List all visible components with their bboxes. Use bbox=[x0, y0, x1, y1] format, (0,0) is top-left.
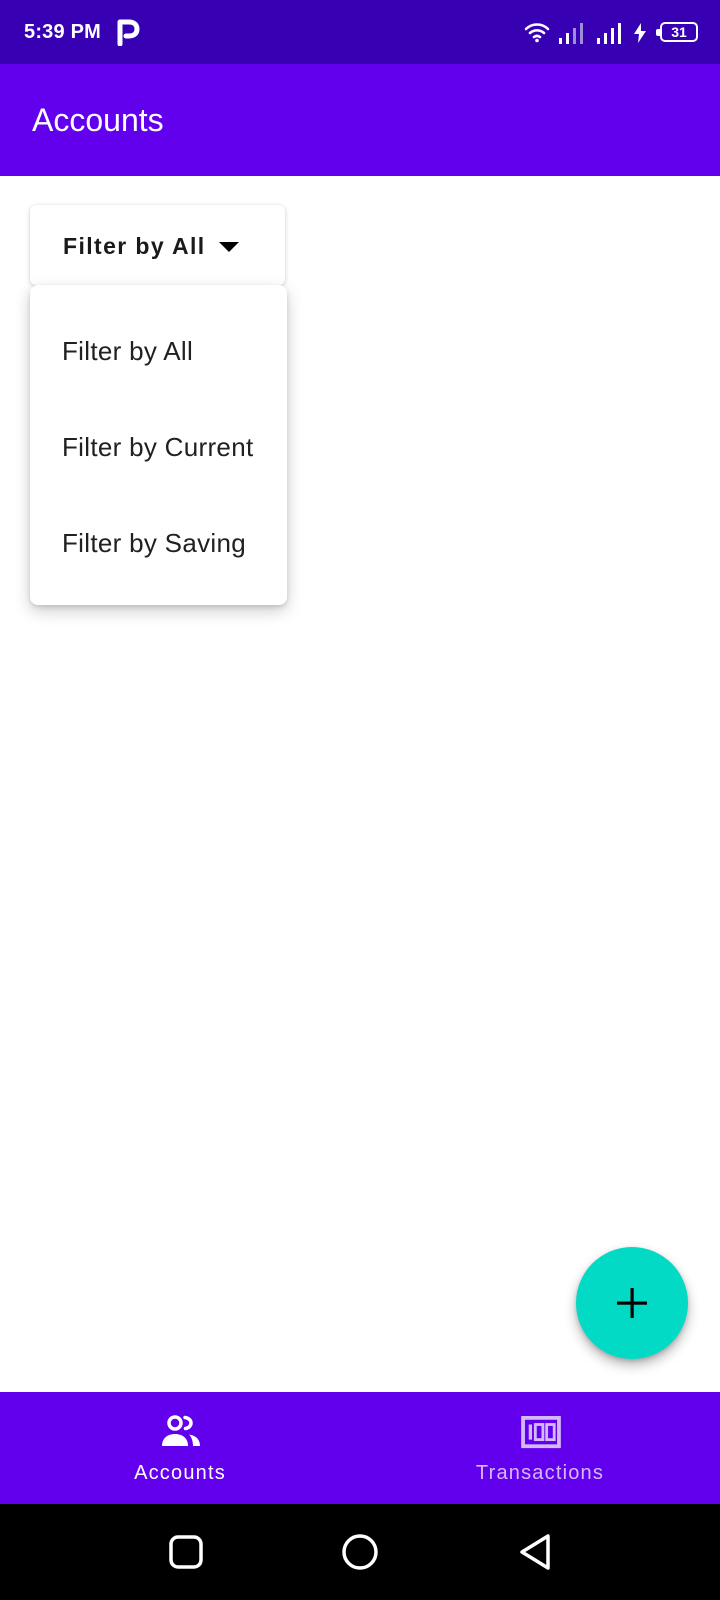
menu-item-label: Filter by All bbox=[62, 335, 194, 366]
nav-item-transactions[interactable]: Transactions bbox=[360, 1392, 720, 1504]
caret-down-icon bbox=[219, 242, 239, 252]
battery-indicator: 31 bbox=[656, 22, 698, 42]
back-icon[interactable] bbox=[516, 1532, 556, 1572]
status-time: 5:39 PM bbox=[24, 21, 101, 43]
filter-selected-label: Filter by All bbox=[63, 233, 206, 259]
page-title: Accounts bbox=[32, 102, 164, 138]
menu-item-filter-all[interactable]: Filter by All bbox=[30, 303, 287, 399]
screen: 5:39 PM 31 Accounts Filter by All Filter… bbox=[0, 0, 720, 1600]
menu-item-label: Filter by Saving bbox=[62, 527, 246, 558]
system-navigation-bar bbox=[0, 1504, 720, 1600]
status-bar: 5:39 PM 31 bbox=[0, 0, 720, 64]
signal-icon bbox=[559, 23, 583, 44]
nav-label-transactions: Transactions bbox=[475, 1462, 605, 1484]
money-icon bbox=[521, 1416, 561, 1449]
people-icon bbox=[162, 1415, 200, 1446]
add-account-fab[interactable] bbox=[576, 1247, 688, 1359]
menu-item-filter-saving[interactable]: Filter by Saving bbox=[30, 495, 287, 591]
app-bar: Accounts bbox=[0, 64, 720, 176]
signal-icon bbox=[597, 23, 621, 44]
filter-dropdown-button[interactable]: Filter by All bbox=[30, 205, 285, 285]
nav-label-accounts: Accounts bbox=[134, 1462, 226, 1484]
nav-item-accounts[interactable]: Accounts bbox=[0, 1392, 360, 1504]
charging-icon bbox=[634, 23, 646, 43]
bottom-navigation: Accounts Transactions bbox=[0, 1392, 720, 1504]
menu-item-label: Filter by Current bbox=[62, 431, 254, 462]
menu-item-filter-current[interactable]: Filter by Current bbox=[30, 399, 287, 495]
plus-icon bbox=[617, 1288, 647, 1318]
p-app-icon bbox=[117, 19, 140, 46]
recents-icon[interactable] bbox=[166, 1532, 206, 1572]
wifi-icon bbox=[524, 23, 550, 43]
status-icons: 31 bbox=[508, 18, 698, 46]
home-icon[interactable] bbox=[340, 1532, 380, 1572]
filter-dropdown-menu: Filter by All Filter by Current Filter b… bbox=[30, 285, 287, 605]
